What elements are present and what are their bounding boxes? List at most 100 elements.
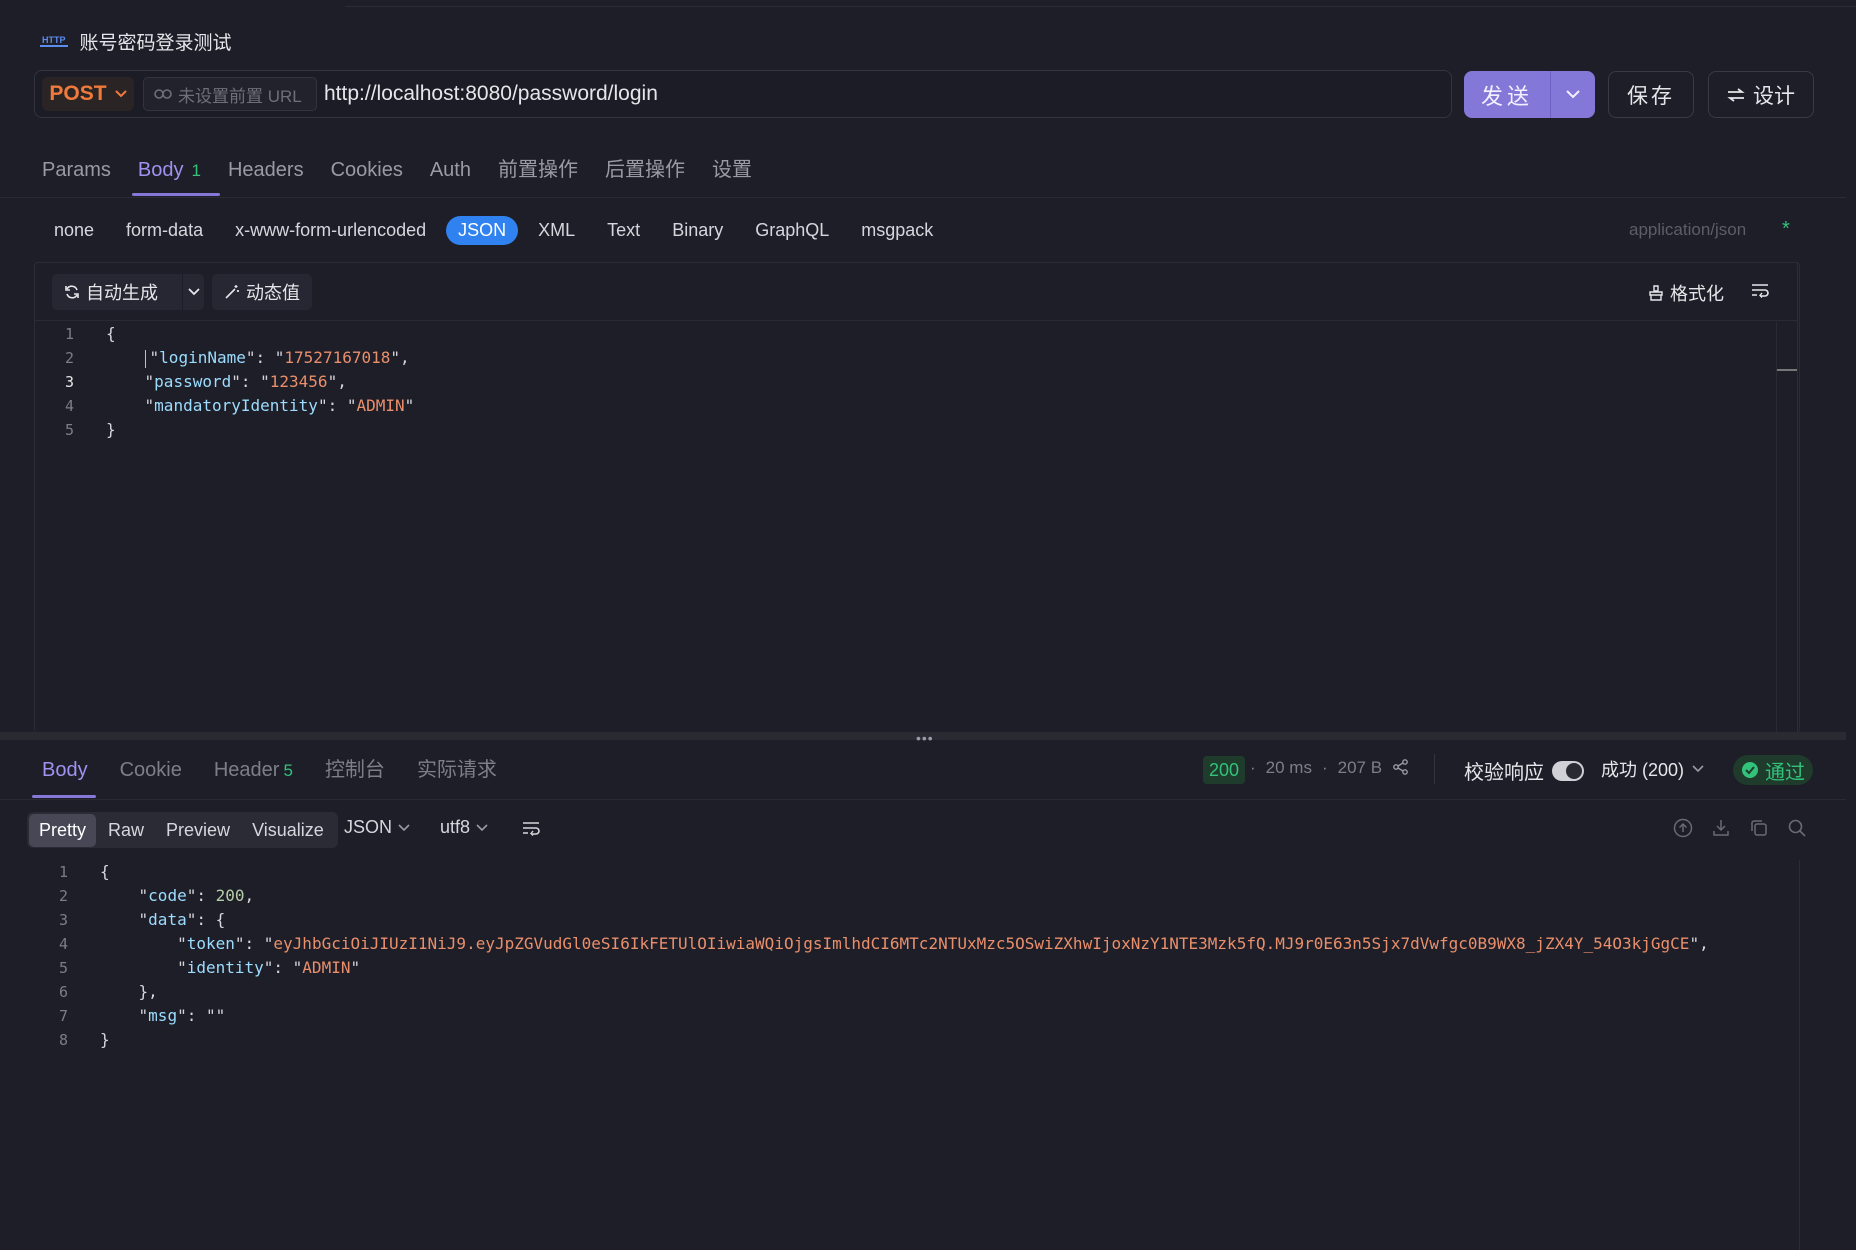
prefix-url-select[interactable]: 未设置前置 URL <box>143 77 317 111</box>
body-type-graphql[interactable]: GraphQL <box>743 216 841 245</box>
code-line: { <box>100 862 110 881</box>
body-type-binary[interactable]: Binary <box>660 216 735 245</box>
method-label: POST <box>49 82 107 105</box>
code-line: } <box>100 1030 110 1049</box>
tab-response-body[interactable]: Body <box>42 755 88 785</box>
view-raw[interactable]: Raw <box>98 814 154 847</box>
body-type-none[interactable]: none <box>42 216 106 245</box>
body-type-msgpack[interactable]: msgpack <box>849 216 945 245</box>
view-visualize[interactable]: Visualize <box>242 814 334 847</box>
body-type-selector: none form-data x-www-form-urlencoded JSO… <box>42 216 953 245</box>
copy-icon[interactable] <box>1749 818 1769 838</box>
tab-auth[interactable]: Auth <box>430 155 484 185</box>
upload-icon[interactable] <box>1673 818 1693 838</box>
line-number: 3 <box>58 911 68 929</box>
view-preview[interactable]: Preview <box>156 814 240 847</box>
editor-scrollbar[interactable] <box>1776 322 1777 732</box>
line-number: 4 <box>64 397 74 415</box>
request-json-code[interactable]: { "loginName": "17527167018", "password"… <box>106 322 414 442</box>
tab-headers[interactable]: Headers <box>228 155 317 185</box>
wrap-icon[interactable] <box>521 820 541 841</box>
request-title-row: HTTP 账号密码登录测试 <box>40 28 232 54</box>
tab-response-cookie[interactable]: Cookie <box>120 755 182 785</box>
wrap-icon[interactable] <box>1750 282 1770 303</box>
line-number: 5 <box>64 421 74 439</box>
json-key: token <box>186 934 235 953</box>
request-title[interactable]: 账号密码登录测试 <box>80 28 232 55</box>
view-pretty[interactable]: Pretty <box>29 813 97 847</box>
url-input[interactable]: http://localhost:8080/password/login <box>324 80 658 108</box>
tab-post-actions[interactable]: 后置操作 <box>605 155 698 185</box>
body-type-text[interactable]: Text <box>595 216 652 245</box>
json-key: loginName <box>159 348 246 367</box>
response-actions <box>1673 818 1807 838</box>
body-type-xml[interactable]: XML <box>526 216 587 245</box>
tab-label: 控制台 <box>324 759 385 781</box>
response-json-code[interactable]: { "code": 200, "data": { "token": "eyJhb… <box>100 860 1709 1052</box>
format-select[interactable]: JSON <box>344 817 410 838</box>
design-label: 设计 <box>1753 84 1795 108</box>
http-icon: HTTP <box>40 35 68 47</box>
download-icon[interactable] <box>1711 818 1731 838</box>
code-line: "identity": "ADMIN" <box>100 958 361 977</box>
send-menu-toggle[interactable] <box>1551 90 1595 99</box>
result-select[interactable]: 成功 (200) <box>1601 756 1704 782</box>
top-divider <box>345 0 1856 7</box>
tab-label: Params <box>42 159 111 181</box>
search-icon[interactable] <box>1787 818 1807 838</box>
json-key: mandatoryIdentity <box>154 396 318 415</box>
tab-body[interactable]: Body 1 <box>138 155 214 185</box>
share-icon[interactable] <box>1392 758 1410 781</box>
line-numbers: 1 2 3 4 5 <box>54 322 74 442</box>
format-button[interactable]: 格式化 <box>1648 280 1724 306</box>
body-type-form-data[interactable]: form-data <box>114 216 215 245</box>
json-value: 17527167018 <box>284 348 391 367</box>
response-size: 207 B <box>1337 758 1383 777</box>
send-label: 发送 <box>1480 83 1533 109</box>
tab-cookies[interactable]: Cookies <box>331 155 416 185</box>
auto-generate-button[interactable]: 自动生成 <box>52 274 204 310</box>
design-button[interactable]: 设计 <box>1708 71 1814 118</box>
auto-generate-menu[interactable] <box>183 288 204 296</box>
tab-count-badge: 5 <box>283 761 293 780</box>
validate-toggle[interactable] <box>1552 760 1584 781</box>
response-scrollbar[interactable] <box>1799 860 1800 1250</box>
dynamic-value-label: 动态值 <box>246 283 300 303</box>
format-label: 格式化 <box>1670 284 1724 304</box>
dot-separator: · <box>1250 758 1256 777</box>
view-mode-switch: Pretty Raw Preview Visualize <box>27 812 338 848</box>
format-select-value: JSON <box>344 817 393 837</box>
json-key: identity <box>186 958 264 977</box>
text-cursor <box>144 349 146 368</box>
tab-count-badge: 1 <box>191 161 201 180</box>
drag-handle-icon[interactable]: ••• <box>916 730 934 746</box>
scrollbar-thumb[interactable] <box>1777 369 1797 371</box>
tab-console[interactable]: 控制台 <box>325 755 385 785</box>
dynamic-value-button[interactable]: 动态值 <box>212 274 312 310</box>
tab-pre-actions[interactable]: 前置操作 <box>498 155 591 185</box>
json-value: ADMIN <box>356 396 405 415</box>
body-type-json[interactable]: JSON <box>446 216 519 245</box>
json-value: ADMIN <box>302 958 351 977</box>
tab-response-header[interactable]: Header 5 <box>214 755 293 785</box>
line-number: 6 <box>58 983 68 1001</box>
design-icon <box>1727 87 1745 102</box>
pass-badge[interactable]: 通过 <box>1733 755 1813 785</box>
json-key: data <box>148 910 187 929</box>
tab-params[interactable]: Params <box>42 155 124 185</box>
chevron-down-icon <box>398 823 410 831</box>
send-button[interactable]: 发送 <box>1464 71 1595 118</box>
save-button[interactable]: 保存 <box>1608 71 1694 118</box>
response-time: 20 ms <box>1265 758 1312 777</box>
method-select[interactable]: POST <box>42 77 134 111</box>
body-type-urlencoded[interactable]: x-www-form-urlencoded <box>223 216 438 245</box>
auto-generate-main[interactable]: 自动生成 <box>52 279 182 305</box>
tab-label: Cookie <box>119 759 182 781</box>
json-key: code <box>148 886 187 905</box>
tab-label: Headers <box>227 159 304 181</box>
dot-separator: · <box>1321 758 1328 777</box>
tab-actual-request[interactable]: 实际请求 <box>417 755 497 785</box>
tab-settings[interactable]: 设置 <box>712 155 765 185</box>
json-key: password <box>154 372 232 391</box>
encoding-select[interactable]: utf8 <box>440 817 488 838</box>
